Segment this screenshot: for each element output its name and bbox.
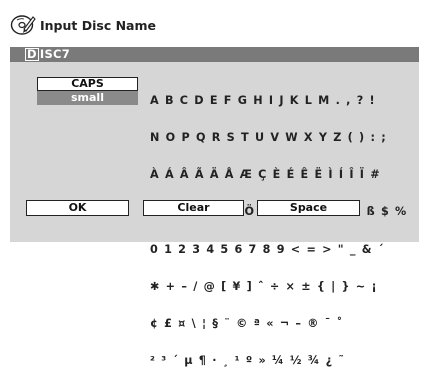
char-row[interactable]: ¢ £ ¤ \ ¦ § ¨ © ª « ¬ – ® ¯ ˚ bbox=[150, 317, 405, 330]
disc-name-rest: ISC7 bbox=[39, 47, 71, 61]
header: Input Disc Name bbox=[10, 12, 156, 38]
disc-name-value: D ISC7 bbox=[25, 47, 70, 62]
character-grid[interactable]: A B C D E F G H I J K L M . , ? ! N O P … bbox=[150, 70, 406, 392]
char-row[interactable]: A B C D E F G H I J K L M . , ? ! bbox=[150, 94, 405, 107]
char-row[interactable]: N O P Q R S T U V W X Y Z ( ) : ; bbox=[150, 131, 405, 144]
disc-name-field[interactable]: D ISC7 bbox=[10, 47, 419, 62]
keyboard-panel: D ISC7 CAPS small A B C D E F G H I J K L… bbox=[10, 47, 419, 367]
char-row[interactable]: ✱ + – / @ [ ¥ ] ˆ ÷ × ± { | } ~ ¡ bbox=[150, 280, 405, 293]
char-row[interactable]: ² ³ ´ µ ¶ · ¸ ¹ º » ¼ ½ ¾ ¿ ˜ bbox=[150, 354, 405, 367]
disc-pencil-icon bbox=[10, 15, 36, 35]
ok-button[interactable]: OK bbox=[26, 200, 129, 216]
char-row[interactable]: 0 1 2 3 4 5 6 7 8 9 < = > " _ & ´ bbox=[150, 243, 405, 256]
page-title: Input Disc Name bbox=[40, 17, 156, 33]
clear-button[interactable]: Clear bbox=[143, 200, 244, 216]
input-disc-name-screen: Input Disc Name D ISC7 CAPS small A B C D… bbox=[0, 0, 431, 367]
caps-button[interactable]: CAPS bbox=[37, 77, 138, 91]
small-button[interactable]: small bbox=[37, 91, 138, 105]
text-cursor: D bbox=[25, 47, 39, 61]
space-button[interactable]: Space bbox=[257, 200, 360, 216]
char-row[interactable]: À Á Â Ã Ä Å Æ Ç È É Ê Ë Ì Í Î Ï # bbox=[150, 168, 405, 181]
